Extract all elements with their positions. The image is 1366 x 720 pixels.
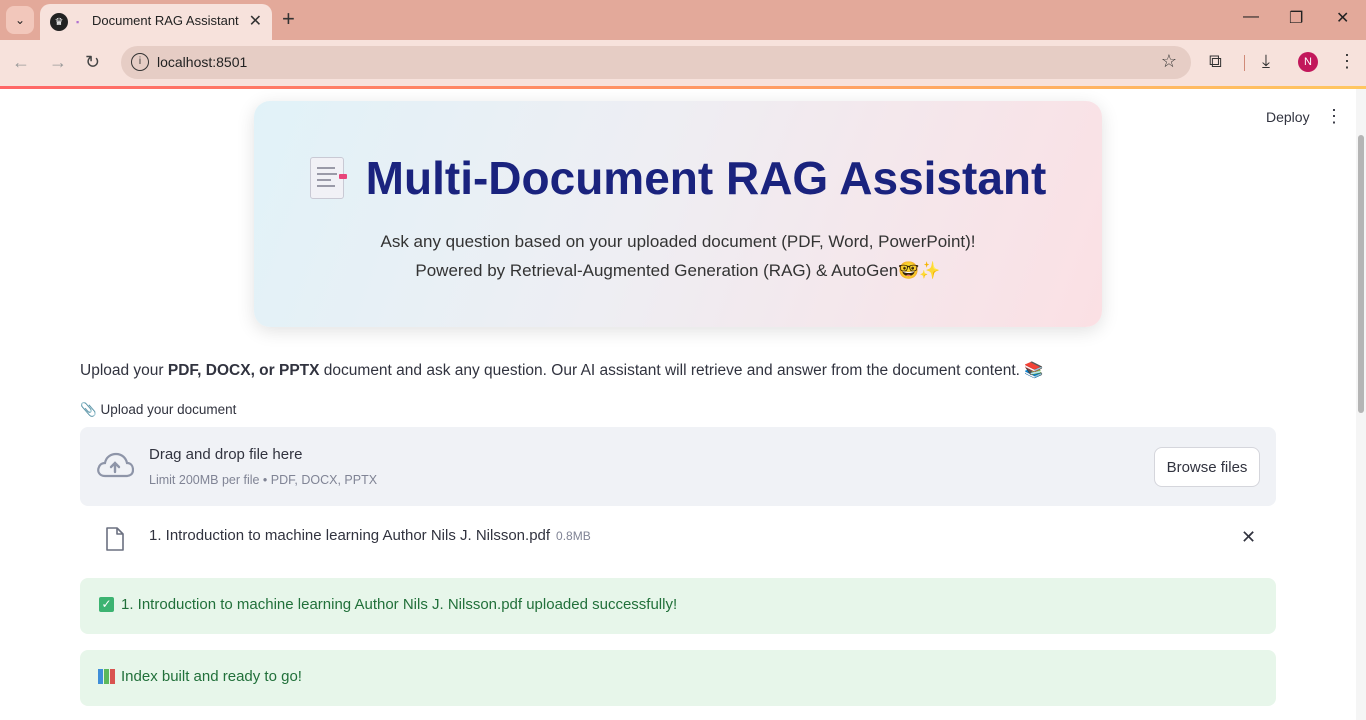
intro-text: Upload your PDF, DOCX, or PPTX document …: [80, 361, 1044, 380]
main-menu-icon[interactable]: ⋮: [1324, 106, 1344, 127]
hero-subtitle-line-1: Ask any question based on your uploaded …: [380, 232, 976, 251]
file-size: 0.8MB: [556, 529, 591, 543]
tab-search-chevron-icon[interactable]: ⌄: [6, 6, 34, 34]
remove-file-icon[interactable]: ✕: [1241, 527, 1256, 548]
page-scrollbar[interactable]: [1356, 89, 1366, 720]
uploaded-file-row: 1. Introduction to machine learning Auth…: [80, 515, 1276, 561]
download-icon[interactable]: ⤓: [1262, 51, 1270, 72]
browser-tab[interactable]: ♛ ▪ Document RAG Assistant ✕: [40, 4, 272, 40]
close-window-icon[interactable]: ✕: [1336, 8, 1349, 28]
file-dropzone[interactable]: Drag and drop file here Limit 200MB per …: [80, 427, 1276, 506]
reload-icon[interactable]: ↻: [85, 52, 100, 73]
index-ready-alert: Index built and ready to go!: [80, 650, 1276, 706]
hero-banner: Multi-Document RAG Assistant Ask any que…: [254, 101, 1102, 327]
minimize-icon[interactable]: —: [1243, 8, 1259, 26]
new-tab-button[interactable]: +: [282, 8, 295, 30]
upload-label: 📎 Upload your document: [80, 402, 237, 417]
site-info-icon[interactable]: i: [131, 53, 149, 71]
browser-tab-bar: ⌄ ♛ ▪ Document RAG Assistant ✕ + — ❐ ✕: [0, 0, 1366, 40]
dropzone-limit-text: Limit 200MB per file • PDF, DOCX, PPTX: [149, 473, 378, 487]
intro-prefix: Upload your: [80, 362, 168, 379]
scrollbar-thumb[interactable]: [1358, 135, 1364, 413]
deploy-button[interactable]: Deploy: [1254, 105, 1322, 129]
document-icon: [309, 156, 347, 199]
books-icon: [98, 669, 115, 684]
dropzone-instructions: Drag and drop file here: [149, 446, 303, 463]
extensions-icon[interactable]: ⧉: [1209, 51, 1222, 72]
url-text[interactable]: localhost:8501: [157, 54, 247, 70]
toolbar-separator: [1244, 55, 1245, 71]
hero-subtitle-line-2: Powered by Retrieval-Augmented Generatio…: [415, 261, 941, 280]
loading-decoration-line: [0, 86, 1366, 89]
bookmark-star-icon[interactable]: ☆: [1161, 51, 1177, 72]
tab-close-icon[interactable]: ✕: [249, 11, 262, 31]
back-icon[interactable]: ←: [12, 52, 30, 73]
intro-suffix: document and ask any question. Our AI as…: [319, 362, 1044, 379]
forward-icon[interactable]: →: [49, 52, 67, 73]
browse-files-button[interactable]: Browse files: [1154, 447, 1260, 487]
upload-success-alert: ✓ 1. Introduction to machine learning Au…: [80, 578, 1276, 634]
browser-menu-icon[interactable]: ⋮: [1338, 51, 1356, 72]
file-name-text: 1. Introduction to machine learning Auth…: [149, 527, 551, 544]
address-bar[interactable]: i localhost:8501 ☆: [121, 46, 1191, 79]
upload-success-text: 1. Introduction to machine learning Auth…: [121, 596, 678, 613]
intro-bold-formats: PDF, DOCX, or PPTX: [167, 362, 320, 379]
tab-document-icon: ▪: [76, 17, 80, 27]
index-ready-text: Index built and ready to go!: [121, 668, 302, 685]
profile-avatar[interactable]: N: [1298, 52, 1318, 72]
file-icon: [106, 527, 124, 551]
browser-toolbar: ← → ↻ i localhost:8501 ☆ ⧉ ⤓ N ⋮: [0, 40, 1366, 86]
hero-title-row: Multi-Document RAG Assistant: [254, 151, 1102, 205]
restore-icon[interactable]: ❐: [1289, 8, 1303, 28]
check-mark-icon: ✓: [99, 597, 114, 612]
cloud-upload-icon: [97, 452, 134, 478]
page-title: Multi-Document RAG Assistant: [365, 152, 1047, 204]
streamlit-favicon-icon: ♛: [50, 13, 68, 31]
tab-title: Document RAG Assistant: [92, 13, 239, 28]
uploaded-file-name: 1. Introduction to machine learning Auth…: [149, 527, 591, 544]
